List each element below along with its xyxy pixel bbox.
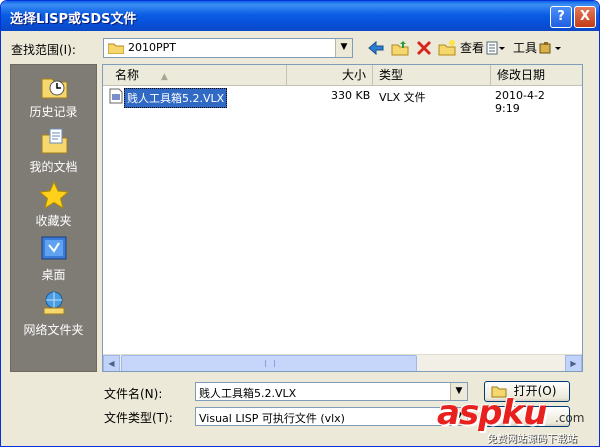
place-favorites-label: 收藏夹: [35, 214, 72, 228]
horizontal-scrollbar[interactable]: ◀ ▶: [103, 354, 582, 371]
table-row[interactable]: 贱人工具箱5.2.VLX 330 KB VLX 文件 2010-4-2 9:19: [103, 87, 573, 115]
place-my-documents-label: 我的文档: [29, 160, 78, 174]
place-favorites[interactable]: 收藏夹: [11, 180, 96, 229]
view-menu-icon[interactable]: [486, 39, 506, 57]
sort-ascending-icon: ▲: [160, 72, 168, 82]
filetype-value: Visual LISP 可执行文件 (vlx): [199, 412, 345, 425]
scroll-right-icon[interactable]: ▶: [565, 355, 582, 371]
place-history[interactable]: 历史记录: [11, 72, 96, 120]
window-title: 选择LISP或SDS文件: [10, 12, 137, 27]
history-icon: [39, 72, 69, 100]
file-modified: 2010-4-2 9:19: [495, 89, 545, 115]
filetype-label: 文件类型(T):: [104, 411, 173, 425]
watermark-sub: 免费网站源码下载站: [487, 434, 577, 445]
file-name[interactable]: 贱人工具箱5.2.VLX: [124, 88, 228, 108]
lookin-label: 查找范围(I):: [11, 43, 76, 57]
chevron-down-icon[interactable]: ▼: [335, 39, 352, 57]
column-modified-label: 修改日期: [497, 68, 546, 82]
column-type[interactable]: 类型: [373, 65, 491, 85]
filetype-combo[interactable]: Visual LISP 可执行文件 (vlx) ▼: [195, 407, 468, 426]
file-size: 330 KB: [331, 89, 371, 102]
file-type: VLX 文件: [379, 91, 426, 104]
network-folder-icon: [39, 290, 69, 318]
column-size-label: 大小: [341, 68, 366, 82]
grip-icon: [265, 360, 275, 367]
close-button[interactable]: X: [574, 6, 596, 28]
lookin-combo[interactable]: 2010PPT ▼: [103, 38, 353, 58]
column-size[interactable]: 大小: [287, 65, 373, 85]
vlx-file-icon: [109, 88, 123, 107]
column-modified[interactable]: 修改日期: [491, 65, 582, 85]
help-button[interactable]: ?: [550, 6, 572, 28]
file-list[interactable]: 名称 ▲ 大小 类型 修改日期 贱人工具箱5.2.VLX 330 KB VLX …: [102, 64, 583, 372]
delete-icon[interactable]: [415, 39, 433, 57]
watermark-text: aspku: [437, 393, 547, 433]
favorites-icon: [38, 180, 69, 210]
scroll-left-icon[interactable]: ◀: [103, 355, 120, 371]
place-my-documents[interactable]: 我的文档: [11, 127, 96, 175]
title-bar[interactable]: 选择LISP或SDS文件 ? X: [1, 1, 599, 31]
place-desktop-label: 桌面: [41, 268, 66, 282]
column-type-label: 类型: [379, 68, 404, 82]
my-documents-icon: [39, 127, 69, 155]
watermark: aspku .com 免费网站源码下载站: [437, 393, 597, 445]
place-network-folder[interactable]: 网络文件夹: [11, 290, 96, 338]
watermark-suffix: .com: [555, 411, 585, 425]
view-menu-label[interactable]: 查看: [460, 39, 484, 57]
scroll-thumb[interactable]: [121, 355, 417, 371]
filename-label: 文件名(N):: [104, 387, 163, 401]
place-history-label: 历史记录: [29, 105, 78, 119]
lookin-value: 2010PPT: [128, 41, 176, 54]
folder-icon: [107, 42, 125, 55]
desktop-icon: [39, 235, 69, 263]
new-folder-icon[interactable]: [438, 39, 456, 57]
back-icon[interactable]: [367, 39, 385, 57]
filename-combo[interactable]: 贱人工具箱5.2.VLX ▼: [195, 382, 468, 401]
tools-menu-label[interactable]: 工具: [513, 39, 537, 57]
tools-menu-icon[interactable]: [538, 39, 562, 57]
column-name[interactable]: 名称 ▲: [103, 65, 287, 85]
places-bar: 历史记录 我的文档 收藏夹 桌面 网络文件夹: [10, 64, 97, 372]
file-dialog: 选择LISP或SDS文件 ? X 查找范围(I): 2010PPT ▼ 查看 工…: [0, 0, 600, 447]
place-network-folder-label: 网络文件夹: [23, 323, 84, 337]
column-header: 名称 ▲ 大小 类型 修改日期: [103, 65, 582, 86]
up-folder-icon[interactable]: [391, 39, 409, 57]
column-name-label: 名称: [115, 68, 140, 82]
filename-value: 贱人工具箱5.2.VLX: [199, 387, 297, 400]
place-desktop[interactable]: 桌面: [11, 235, 96, 283]
